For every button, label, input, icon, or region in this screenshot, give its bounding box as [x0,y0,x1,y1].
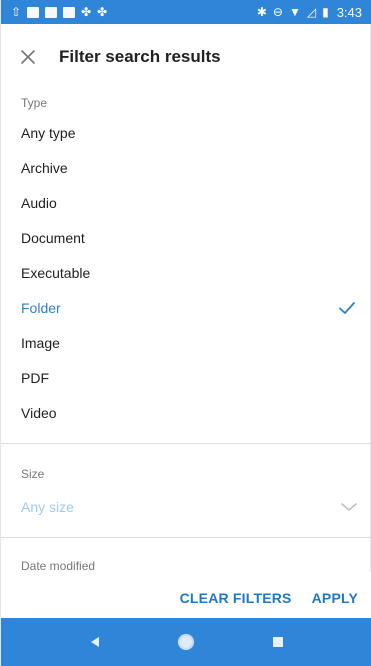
type-section-label: Type [21,96,48,110]
header: Filter search results [1,24,371,90]
navigation-bar [1,618,371,666]
date-section-label: Date modified [21,559,96,572]
home-icon[interactable] [177,634,194,650]
type-option-pdf[interactable]: PDF [1,361,371,395]
type-option-document[interactable]: Document [1,221,371,255]
back-icon[interactable] [90,637,99,647]
type-option-archive[interactable]: Archive [1,151,371,185]
option-label: Folder [21,300,61,316]
app-icon: ✤ [97,5,108,19]
wifi-icon: ▼ [288,5,301,19]
option-label: PDF [21,370,49,386]
battery-icon: ▮ [322,5,329,19]
option-label: Document [21,230,85,246]
upload-icon: ⇧ [11,5,22,19]
type-option-audio[interactable]: Audio [1,186,371,220]
size-section-label: Size [21,467,45,481]
dnd-icon: ⊖ [272,5,283,19]
divider [1,443,371,444]
option-label: Archive [21,160,68,176]
check-icon [339,302,355,314]
option-label: Video [21,405,57,421]
chevron-down-icon [341,503,357,511]
status-bar: ⇧ ✤ ✤ ✱ ⊖ ▼ ◿ ▮ 3:43 [1,0,371,24]
screen: ⇧ ✤ ✤ ✱ ⊖ ▼ ◿ ▮ 3:43 Filter search resul… [0,0,371,666]
image-icon [63,6,76,18]
type-option-video[interactable]: Video [1,396,371,430]
type-option-executable[interactable]: Executable [1,256,371,290]
recents-icon[interactable] [272,637,283,647]
option-label: Image [21,335,60,351]
option-label: Executable [21,265,91,281]
status-time: 3:43 [336,4,362,20]
signal-icon: ◿ [306,5,317,19]
bluetooth-icon: ✱ [256,5,267,19]
app-icon: ✤ [81,5,92,19]
action-bar: CLEAR FILTERS APPLY [1,572,371,624]
gallery-icon [45,6,58,18]
status-right: ✱ ⊖ ▼ ◿ ▮ 3:43 [257,5,362,20]
size-value: Any size [21,499,74,515]
type-option-any[interactable]: Any type [1,116,371,150]
apply-button[interactable]: APPLY [312,590,358,606]
size-dropdown[interactable]: Any size [1,490,371,524]
outlook-icon [27,6,40,18]
option-label: Any type [21,125,76,141]
type-option-folder[interactable]: Folder [1,291,371,325]
clear-filters-button[interactable]: CLEAR FILTERS [180,590,292,606]
divider [1,537,371,538]
option-label: Audio [21,195,57,211]
close-icon[interactable] [17,46,39,68]
status-left: ⇧ ✤ ✤ [11,6,107,18]
type-option-image[interactable]: Image [1,326,371,360]
filter-content[interactable]: Type Any type Archive Audio Document Exe… [1,90,371,572]
page-title: Filter search results [59,47,221,66]
